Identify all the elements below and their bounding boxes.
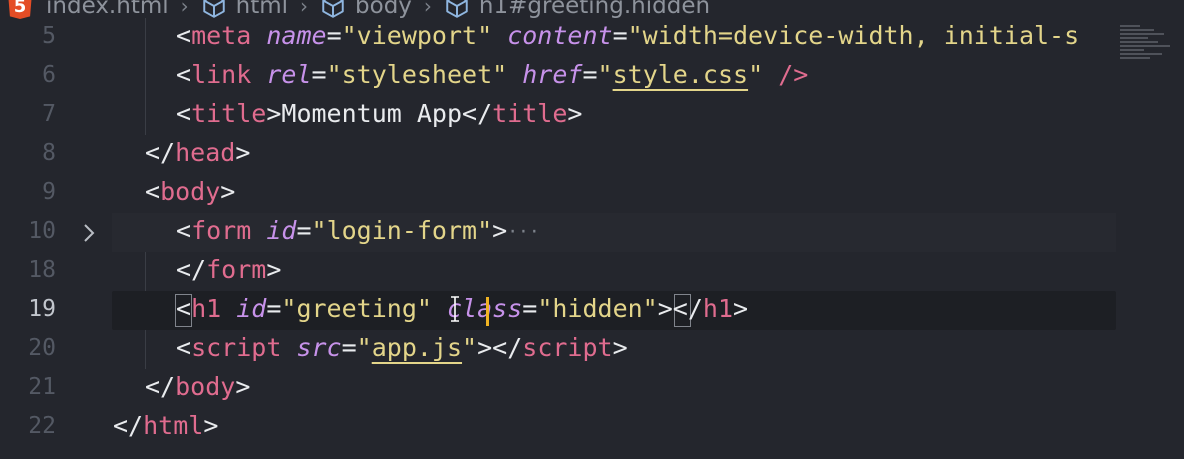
breadcrumb-item-label: h1#greeting.hidden bbox=[478, 0, 711, 19]
line-number: 20 bbox=[28, 335, 56, 361]
chevron-right-icon[interactable] bbox=[82, 222, 96, 248]
breadcrumb-item-body[interactable]: body bbox=[320, 0, 412, 19]
code-line[interactable]: 22 </html> bbox=[0, 408, 1184, 447]
breadcrumb-separator: › bbox=[300, 0, 309, 18]
line-number: 8 bbox=[42, 140, 56, 166]
breadcrumb-separator: › bbox=[180, 0, 189, 18]
text-caret bbox=[486, 297, 489, 326]
line-number: 9 bbox=[42, 179, 56, 205]
line-number: 6 bbox=[42, 62, 56, 88]
line-code: <script src="app.js"></script> bbox=[176, 333, 628, 362]
code-line[interactable]: 18 </form> bbox=[0, 252, 1184, 291]
code-line[interactable]: 9 <body> bbox=[0, 174, 1184, 213]
line-number: 18 bbox=[28, 257, 56, 283]
line-code: </html> bbox=[113, 411, 219, 440]
line-code: <body> bbox=[145, 177, 236, 206]
file-link[interactable]: style.css bbox=[613, 60, 748, 89]
line-number: 22 bbox=[28, 413, 56, 439]
line-number: 10 bbox=[28, 218, 56, 244]
line-code: </body> bbox=[145, 372, 251, 401]
line-number: 7 bbox=[42, 101, 56, 127]
code-line[interactable]: 8 </head> bbox=[0, 135, 1184, 174]
code-line-active[interactable]: 19 <h1 id="greeting" class="hidden"></h1… bbox=[0, 291, 1184, 330]
line-code: <form id="login-form">··· bbox=[176, 216, 540, 245]
text-cursor-icon bbox=[449, 295, 461, 327]
breadcrumb-item-label: body bbox=[355, 0, 412, 19]
code-line[interactable]: 21 </body> bbox=[0, 369, 1184, 408]
cube-icon bbox=[444, 0, 470, 19]
code-line[interactable]: 7 <title>Momentum App</title> bbox=[0, 96, 1184, 135]
line-code: <h1 id="greeting" class="hidden"></h1> bbox=[176, 294, 749, 323]
code-line[interactable]: 6 <link rel="stylesheet" href="style.css… bbox=[0, 57, 1184, 96]
breadcrumb-item-label: html bbox=[235, 0, 289, 19]
breadcrumb-item-html[interactable]: html bbox=[201, 0, 288, 19]
breadcrumb-item-h1[interactable]: h1#greeting.hidden bbox=[444, 0, 710, 19]
cube-icon bbox=[201, 0, 227, 19]
line-code: </form> bbox=[176, 255, 282, 284]
file-link[interactable]: app.js bbox=[372, 333, 462, 362]
code-line-folded[interactable]: 10 <form id="login-form">··· bbox=[0, 213, 1184, 252]
line-number: 19 bbox=[28, 296, 56, 322]
code-line[interactable]: 20 <script src="app.js"></script> bbox=[0, 330, 1184, 369]
cube-icon bbox=[320, 0, 346, 19]
line-code: </head> bbox=[145, 138, 251, 167]
code-line[interactable]: 5 <meta name="viewport" content="width=d… bbox=[0, 18, 1184, 57]
line-number: 5 bbox=[42, 23, 56, 49]
line-code: <title>Momentum App</title> bbox=[176, 99, 583, 128]
fold-ellipsis[interactable]: ··· bbox=[507, 222, 540, 243]
breadcrumb-separator: › bbox=[423, 0, 432, 18]
line-number: 21 bbox=[28, 374, 56, 400]
breadcrumb-file-label: index.html bbox=[46, 0, 169, 19]
line-code: <link rel="stylesheet" href="style.css" … bbox=[176, 60, 809, 89]
html5-icon: 5 bbox=[8, 0, 32, 19]
line-code: <meta name="viewport" content="width=dev… bbox=[176, 21, 1080, 50]
breadcrumb-file[interactable]: index.html bbox=[46, 0, 169, 19]
